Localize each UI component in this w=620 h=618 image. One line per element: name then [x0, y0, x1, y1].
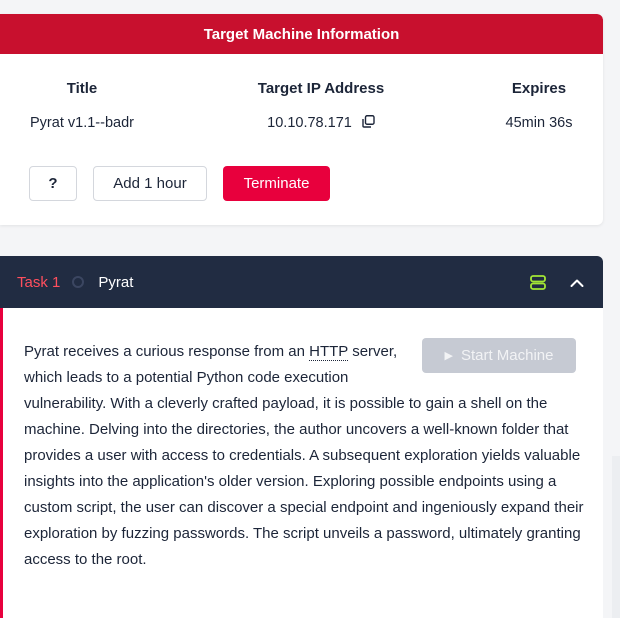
copy-icon[interactable] [362, 115, 375, 132]
ip-column: Target IP Address 10.10.78.171 [240, 80, 402, 132]
expires-value: 45min 36s [505, 115, 573, 131]
expires-column: Expires 45min 36s [478, 80, 600, 131]
task-header[interactable]: Task 1 Pyrat [0, 256, 603, 308]
machine-title: Pyrat v1.1--badr [30, 115, 134, 131]
task-status-circle-icon [72, 276, 85, 288]
title-heading: Title [66, 80, 98, 97]
target-machine-card: Target Machine Information Title Pyrat v… [0, 14, 603, 225]
task-description: Pyrat receives a curious response from a… [24, 339, 590, 573]
expires-heading: Expires [511, 80, 567, 97]
description-text-start: Pyrat receives a curious response from a… [24, 343, 310, 360]
chevron-up-icon[interactable] [569, 276, 585, 294]
task-title: Pyrat [98, 273, 134, 291]
task-number: Task 1 [17, 273, 61, 291]
target-ip: 10.10.78.171 [267, 115, 352, 131]
task-body: ▶ Start Machine Pyrat receives a curious … [0, 308, 603, 618]
http-abbr: HTTP [309, 343, 349, 361]
title-column: Title Pyrat v1.1--badr [22, 80, 142, 131]
scrollbar[interactable] [612, 456, 620, 618]
terminate-button[interactable]: Terminate [223, 166, 330, 201]
add-hour-button[interactable]: Add 1 hour [93, 166, 207, 201]
card-header: Target Machine Information [0, 14, 603, 54]
ip-heading: Target IP Address [257, 80, 385, 97]
help-button[interactable]: ? [29, 166, 77, 201]
ip-value-row: 10.10.78.171 [240, 115, 402, 132]
server-icon[interactable] [530, 275, 546, 295]
